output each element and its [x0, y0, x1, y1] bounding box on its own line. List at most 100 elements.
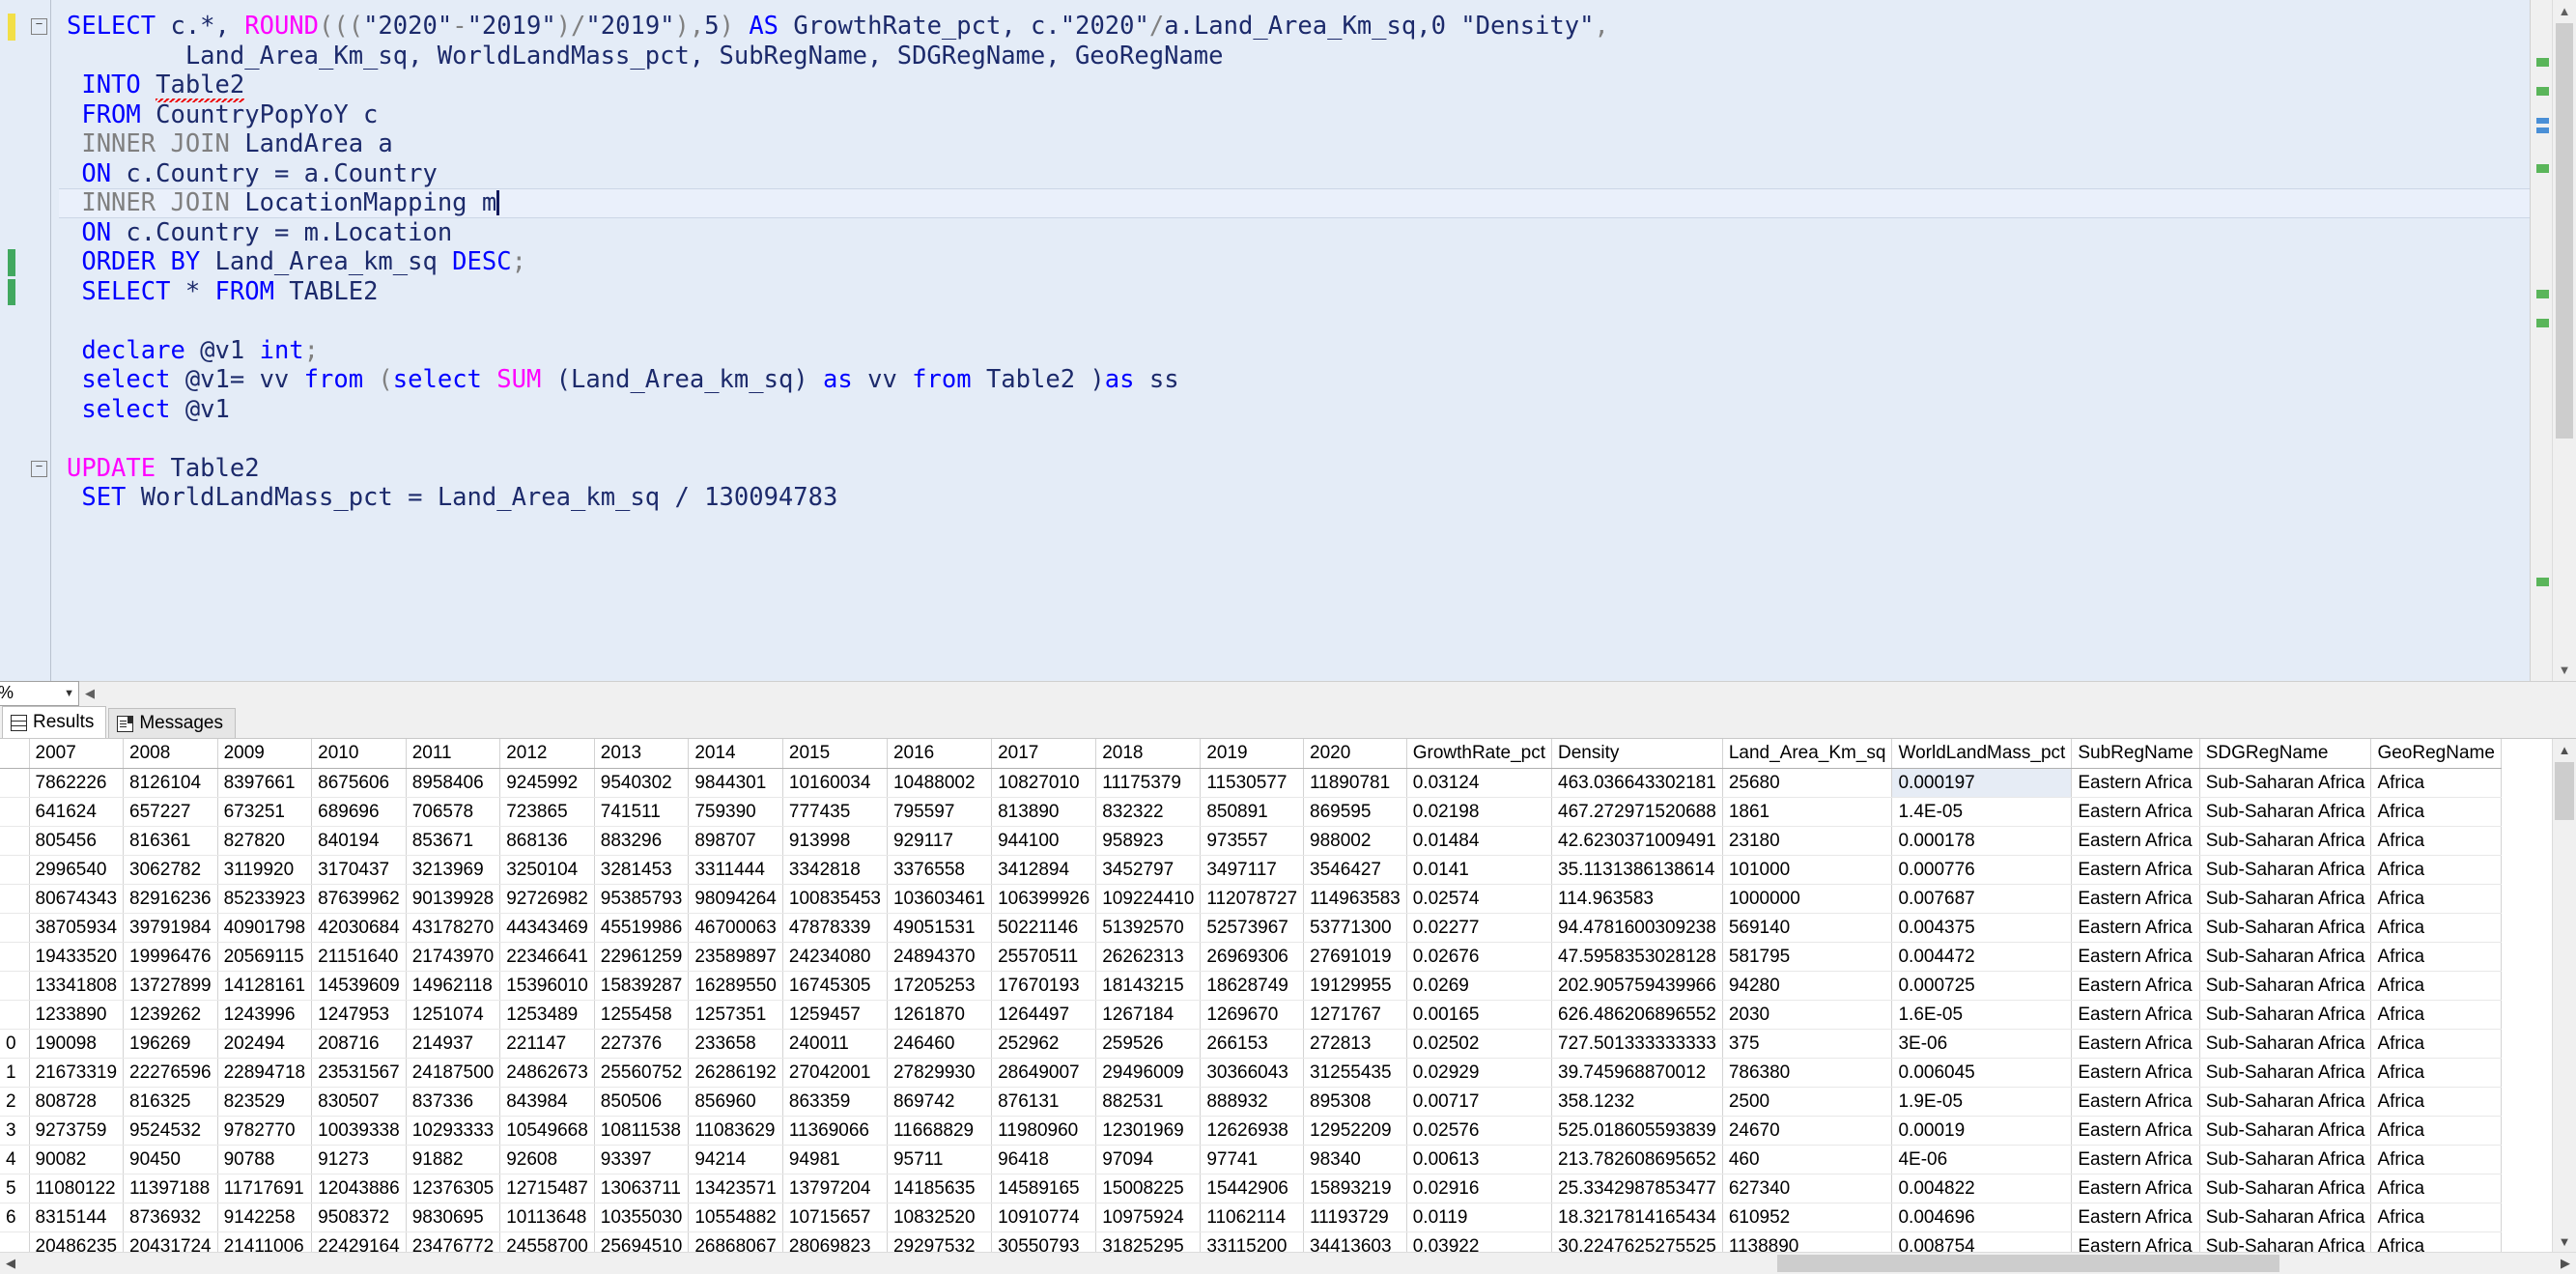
grid-scroll-right-icon[interactable]: ▶: [2555, 1253, 2576, 1274]
table-cell[interactable]: 202.905759439966: [1551, 971, 1723, 1002]
table-cell[interactable]: 90788: [217, 1145, 313, 1175]
table-cell[interactable]: 3281453: [594, 855, 690, 886]
fold-collapse-icon[interactable]: −: [31, 18, 47, 35]
table-cell[interactable]: 840194: [311, 826, 407, 857]
table-row[interactable]: 1 21673319 22276596 22894718 23531567 2418750…: [0, 1058, 2502, 1089]
table-cell[interactable]: 805456: [29, 826, 125, 857]
table-cell[interactable]: Africa: [2370, 913, 2502, 944]
table-cell[interactable]: 882531: [1095, 1087, 1202, 1118]
tab-messages[interactable]: Messages: [108, 708, 236, 739]
table-cell[interactable]: Sub-Saharan Africa: [2199, 971, 2372, 1002]
editor-hscroll-thumb[interactable]: [102, 684, 2553, 704]
table-cell[interactable]: 8126104: [123, 768, 218, 799]
grid-scroll-thumb[interactable]: [2555, 762, 2574, 821]
editor-line[interactable]: UPDATE Table2: [59, 454, 2530, 484]
table-cell[interactable]: 1264497: [991, 1000, 1097, 1031]
table-cell[interactable]: 30550793: [991, 1232, 1097, 1253]
table-cell[interactable]: 0.02574: [1406, 884, 1553, 915]
column-header[interactable]: SDGRegName: [2199, 739, 2372, 770]
table-cell[interactable]: 52573967: [1200, 913, 1305, 944]
table-cell[interactable]: Sub-Saharan Africa: [2199, 855, 2372, 886]
row-header[interactable]: [0, 1232, 30, 1253]
table-cell[interactable]: 0.000178: [1891, 826, 2073, 857]
table-row[interactable]: 1233890 1239262 1243996 1247953 1251074 12534…: [0, 1000, 2502, 1031]
table-cell[interactable]: 12376305: [406, 1174, 501, 1204]
table-cell[interactable]: 3497117: [1200, 855, 1305, 886]
table-cell[interactable]: 39791984: [123, 913, 218, 944]
table-cell[interactable]: 10160034: [782, 768, 888, 799]
table-cell[interactable]: 45519986: [594, 913, 690, 944]
table-cell[interactable]: 21411006: [217, 1232, 313, 1253]
table-cell[interactable]: 869595: [1303, 797, 1407, 828]
table-cell[interactable]: 1271767: [1303, 1000, 1407, 1031]
table-cell[interactable]: 18.3217814165434: [1551, 1203, 1723, 1233]
table-cell[interactable]: 0.01484: [1406, 826, 1553, 857]
table-cell[interactable]: 24862673: [499, 1058, 595, 1089]
column-header[interactable]: 2019: [1200, 739, 1305, 770]
table-cell[interactable]: 109224410: [1095, 884, 1202, 915]
table-cell[interactable]: 786380: [1722, 1058, 1893, 1089]
row-header[interactable]: 6: [0, 1203, 30, 1233]
table-row[interactable]: 805456 816361 827820 840194 853671 868136 8832…: [0, 826, 2502, 857]
table-cell[interactable]: 1.6E-05: [1891, 1000, 2073, 1031]
table-cell[interactable]: 20569115: [217, 942, 313, 973]
table-cell[interactable]: 727.501333333333: [1551, 1029, 1723, 1060]
table-cell[interactable]: Sub-Saharan Africa: [2199, 1058, 2372, 1089]
table-cell[interactable]: 813890: [991, 797, 1097, 828]
column-header[interactable]: 2017: [991, 739, 1097, 770]
table-cell[interactable]: 11080122: [29, 1174, 125, 1204]
table-cell[interactable]: 1138890: [1722, 1232, 1893, 1253]
table-cell[interactable]: 10975924: [1095, 1203, 1202, 1233]
table-cell[interactable]: 19433520: [29, 942, 125, 973]
table-cell[interactable]: 3119920: [217, 855, 313, 886]
table-cell[interactable]: 272813: [1303, 1029, 1407, 1060]
editor-line[interactable]: Land_Area_Km_sq, WorldLandMass_pct, SubR…: [59, 42, 2530, 71]
table-cell[interactable]: 25570511: [991, 942, 1097, 973]
table-cell[interactable]: 0.007687: [1891, 884, 2073, 915]
table-cell[interactable]: 869742: [887, 1087, 993, 1118]
table-cell[interactable]: 10039338: [311, 1116, 407, 1147]
table-cell[interactable]: 246460: [887, 1029, 993, 1060]
table-cell[interactable]: 4E-06: [1891, 1145, 2073, 1175]
table-cell[interactable]: 15839287: [594, 971, 690, 1002]
table-cell[interactable]: 27691019: [1303, 942, 1407, 973]
table-cell[interactable]: 10811538: [594, 1116, 690, 1147]
table-cell[interactable]: 90450: [123, 1145, 218, 1175]
table-cell[interactable]: 90082: [29, 1145, 125, 1175]
table-cell[interactable]: 22894718: [217, 1058, 313, 1089]
table-cell[interactable]: Africa: [2370, 971, 2502, 1002]
table-row[interactable]: 5 11080122 11397188 11717691 12043886 1237630…: [0, 1174, 2502, 1204]
table-cell[interactable]: 13797204: [782, 1174, 888, 1204]
table-cell[interactable]: 898707: [688, 826, 783, 857]
table-cell[interactable]: 3213969: [406, 855, 501, 886]
table-cell[interactable]: Eastern Africa: [2071, 826, 2200, 857]
table-cell[interactable]: 888932: [1200, 1087, 1305, 1118]
column-header[interactable]: 2018: [1095, 739, 1202, 770]
table-cell[interactable]: 208716: [311, 1029, 407, 1060]
table-cell[interactable]: Eastern Africa: [2071, 1000, 2200, 1031]
column-header[interactable]: 2010: [311, 739, 407, 770]
row-header[interactable]: [0, 913, 30, 944]
table-cell[interactable]: Africa: [2370, 884, 2502, 915]
table-cell[interactable]: 0.004472: [1891, 942, 2073, 973]
table-cell[interactable]: 14128161: [217, 971, 313, 1002]
table-cell[interactable]: 795597: [887, 797, 993, 828]
table-cell[interactable]: 26868067: [688, 1232, 783, 1253]
table-cell[interactable]: 240011: [782, 1029, 888, 1060]
editor-vertical-scrollbar[interactable]: ▲ ▼: [2552, 0, 2576, 681]
table-cell[interactable]: 23531567: [311, 1058, 407, 1089]
table-cell[interactable]: Eastern Africa: [2071, 1058, 2200, 1089]
editor-fold-rail[interactable]: − −: [29, 0, 51, 681]
table-cell[interactable]: 1247953: [311, 1000, 407, 1031]
table-cell[interactable]: 463.036643302181: [1551, 768, 1723, 799]
table-cell[interactable]: 3546427: [1303, 855, 1407, 886]
table-row[interactable]: 2996540 3062782 3119920 3170437 3213969 32501…: [0, 855, 2502, 886]
table-cell[interactable]: 868136: [499, 826, 595, 857]
row-header[interactable]: [0, 797, 30, 828]
grid-hscroll-thumb[interactable]: [1777, 1255, 2279, 1272]
column-header[interactable]: Density: [1551, 739, 1723, 770]
table-cell[interactable]: 1.4E-05: [1891, 797, 2073, 828]
table-cell[interactable]: 92608: [499, 1145, 595, 1175]
table-cell[interactable]: 12043886: [311, 1174, 407, 1204]
table-cell[interactable]: 0.008754: [1891, 1232, 2073, 1253]
